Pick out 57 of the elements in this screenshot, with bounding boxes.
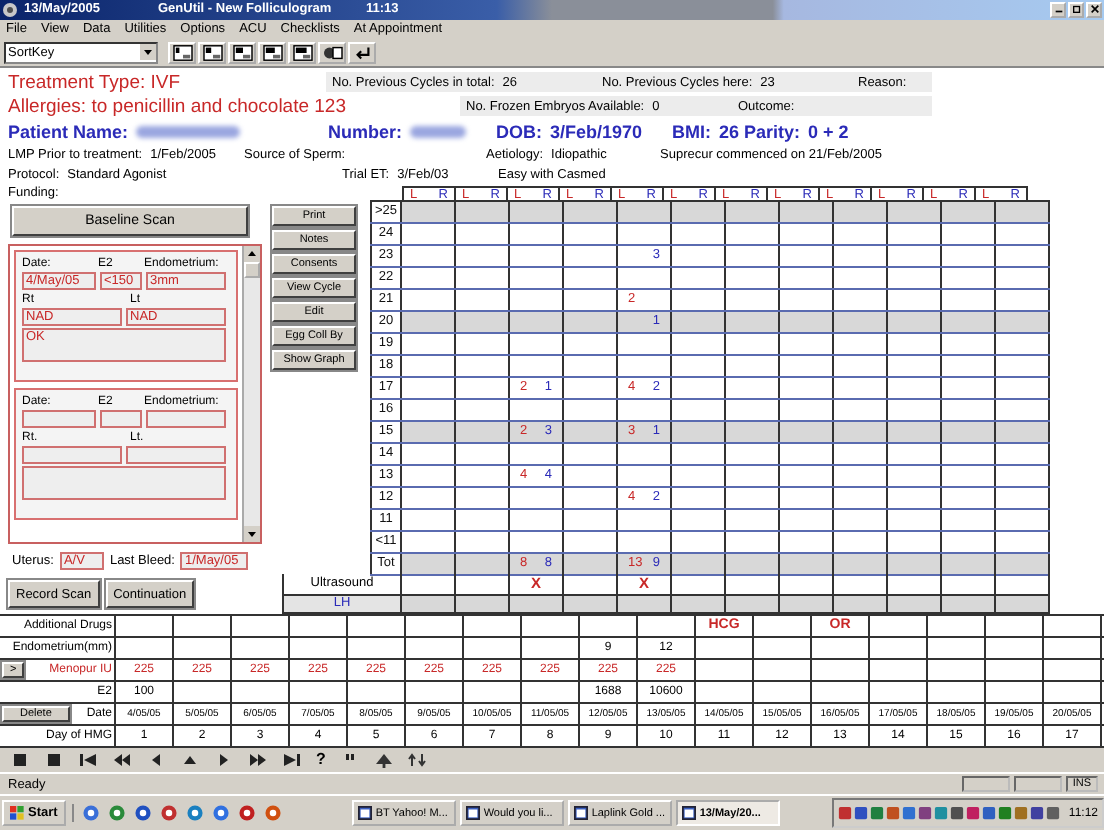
windows-logo-icon	[10, 806, 24, 821]
scroll-thumb[interactable]	[244, 262, 260, 279]
toolbar-button[interactable]	[348, 41, 376, 64]
toolbar-button[interactable]	[228, 41, 256, 64]
comment-field[interactable]	[22, 466, 226, 501]
toolbar-button[interactable]	[168, 41, 196, 64]
up-arrow-icon[interactable]	[180, 751, 200, 768]
status-panel	[1014, 776, 1062, 793]
field-label: BMI:	[672, 121, 711, 142]
window-icon	[465, 806, 480, 821]
field-value: 0 + 2	[808, 121, 849, 142]
window-icon	[573, 806, 588, 821]
skip-forward-icon[interactable]	[282, 751, 302, 768]
toolbar-glyph-icon	[171, 43, 193, 62]
field-label: Patient Name:	[8, 121, 129, 142]
endometrium-field[interactable]	[146, 410, 226, 429]
minimize-button[interactable]	[1050, 1, 1066, 18]
right-ovary-field[interactable]	[22, 446, 122, 465]
dropdown-arrow-icon	[140, 44, 156, 61]
field-value: 3/Feb/1970	[550, 121, 643, 142]
toolbar-glyph-icon	[351, 43, 373, 62]
window-icon	[357, 806, 372, 821]
scrollbar[interactable]	[242, 246, 260, 543]
toolbar-glyph-icon	[261, 43, 283, 62]
field-value: to penicillin and chocolate 123	[91, 95, 347, 118]
restore-button[interactable]	[1068, 1, 1084, 18]
toolbar-button[interactable]	[288, 41, 316, 64]
window-icon	[681, 806, 696, 821]
left-ovary-field[interactable]	[126, 446, 226, 465]
field-label: Treatment Type:	[8, 71, 146, 94]
close-button[interactable]	[1086, 1, 1102, 18]
sort-icon[interactable]	[407, 751, 428, 768]
field-label: Parity:	[744, 121, 801, 142]
toolbar-button[interactable]	[198, 41, 226, 64]
tree-icon[interactable]	[373, 751, 394, 768]
toolbar-glyph-icon	[291, 43, 313, 62]
restore-icon	[1071, 4, 1081, 15]
status-panel	[962, 776, 1010, 793]
field-label: DOB:	[496, 121, 542, 142]
square-icon[interactable]	[44, 751, 64, 768]
field-value: IVF	[150, 71, 181, 94]
scroll-up-icon	[244, 246, 260, 263]
date-field[interactable]	[22, 410, 96, 429]
toolbar-button[interactable]	[258, 41, 286, 64]
field-label: Allergies:	[8, 95, 87, 118]
e2-field[interactable]	[100, 410, 142, 429]
scroll-down-icon	[244, 526, 260, 543]
field-value: 26	[719, 121, 740, 142]
square-icon[interactable]	[10, 751, 30, 768]
close-icon	[1089, 4, 1099, 15]
toolbar-glyph-icon	[231, 43, 253, 62]
skip-back-icon[interactable]	[78, 751, 98, 768]
toolbar-glyph-icon	[321, 43, 343, 62]
field-label: Number:	[328, 121, 403, 142]
toolbar-button[interactable]	[318, 41, 346, 64]
toolbar-glyph-icon	[201, 43, 223, 62]
help-button[interactable]: ?	[316, 750, 326, 769]
